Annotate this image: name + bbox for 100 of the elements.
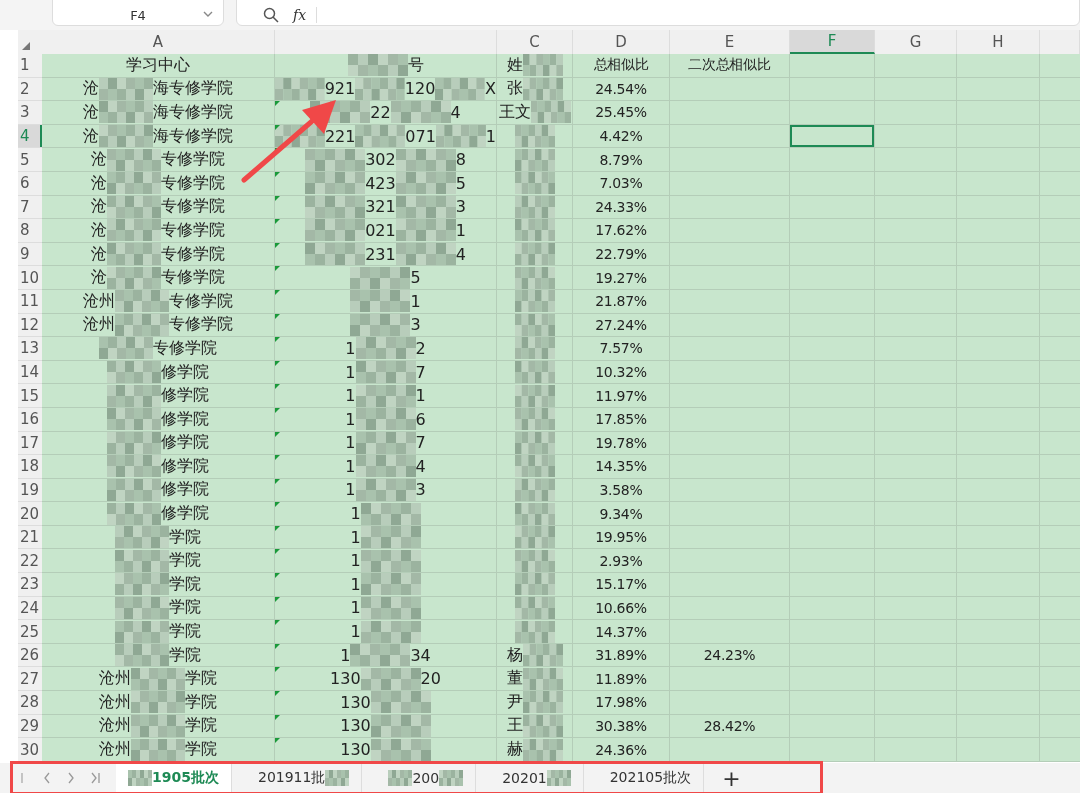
row-number[interactable]: 28 — [18, 691, 42, 715]
row-number[interactable]: 30 — [18, 738, 42, 762]
row-number[interactable]: 13 — [18, 337, 42, 361]
cell-text: 021 — [365, 220, 396, 240]
table-cell: 4.42% — [573, 124, 670, 149]
row-number[interactable]: 14 — [18, 360, 42, 385]
row-number[interactable]: 17 — [18, 431, 42, 456]
cell-text: 1 — [345, 338, 356, 358]
cell-text: 1 — [350, 504, 361, 524]
row-number[interactable]: 21 — [18, 525, 42, 550]
sheet-tab[interactable]: 200 — [376, 762, 477, 793]
previous-icon[interactable] — [42, 771, 52, 786]
cell-text: 学院 — [169, 621, 201, 643]
last-icon[interactable] — [90, 771, 102, 786]
error-flag-icon — [275, 360, 280, 366]
search-icon[interactable] — [263, 7, 279, 23]
cell-text: 号 — [407, 54, 424, 76]
cell-text: 1 — [455, 220, 466, 240]
table-cell: 17.62% — [573, 219, 670, 243]
table-cell: 二次总相似比 — [670, 54, 790, 78]
name-box[interactable]: F4 — [52, 0, 224, 26]
cell-text: 921 — [324, 79, 356, 99]
cell-text: 1 — [350, 622, 361, 642]
redaction-mosaic — [325, 770, 350, 787]
cell-text: 231 — [365, 244, 396, 264]
row-number[interactable]: 8 — [18, 219, 42, 243]
redaction-mosaic — [439, 770, 464, 787]
cell-text: 1 — [345, 433, 356, 453]
row-number[interactable]: 3 — [18, 101, 42, 125]
row-number[interactable]: 1 — [18, 54, 42, 78]
row-number[interactable]: 15 — [18, 384, 42, 408]
cell-text: 姓 — [506, 54, 523, 76]
table-cell: 14.35% — [573, 455, 670, 479]
row-number[interactable]: 12 — [18, 313, 42, 338]
cell-text: 1 — [350, 551, 361, 571]
error-flag-icon — [275, 171, 280, 177]
cell-text: 沧州 — [83, 314, 115, 336]
row-number[interactable]: 27 — [18, 667, 42, 692]
cell-text: 302 — [365, 150, 396, 170]
cell-text: 沧 — [83, 102, 99, 123]
cell-text: 3 — [410, 315, 421, 335]
formula-bar[interactable]: fx — [236, 0, 1080, 26]
cell-text: 修学院 — [161, 432, 209, 454]
error-flag-icon — [275, 643, 280, 649]
row-number[interactable]: 26 — [18, 643, 42, 668]
cell-text: 沧 — [91, 243, 107, 265]
cell-text: 4 — [415, 456, 426, 476]
cell-text: 学习中心 — [126, 54, 190, 76]
cell-text: 6 — [415, 409, 426, 429]
error-flag-icon — [275, 266, 280, 272]
cell-text: 专修学院 — [161, 172, 225, 194]
redaction-mosaic — [128, 770, 152, 787]
function-label[interactable]: fx — [293, 7, 318, 23]
table-cell: 30.38% — [573, 714, 670, 739]
sheet-tab[interactable]: 20201 — [490, 762, 584, 793]
row-number[interactable]: 11 — [18, 289, 42, 314]
row-number[interactable]: 18 — [18, 455, 42, 479]
row-number[interactable]: 2 — [18, 77, 42, 102]
row-number[interactable]: 29 — [18, 714, 42, 739]
table-cell: 21.87% — [573, 289, 670, 314]
row-number[interactable]: 6 — [18, 171, 42, 196]
error-flag-icon — [275, 407, 280, 413]
error-flag-icon — [275, 525, 280, 531]
cell-text: 修学院 — [161, 408, 209, 430]
row-number[interactable]: 10 — [18, 266, 42, 290]
row-number[interactable]: 19 — [18, 478, 42, 503]
cell-text: 221 — [324, 126, 356, 146]
add-sheet-button[interactable]: + — [718, 765, 745, 791]
cell-text: 海专修学院 — [153, 125, 233, 147]
error-flag-icon — [275, 596, 280, 602]
next-icon[interactable] — [66, 771, 76, 786]
table-cell: 27.24% — [573, 313, 670, 338]
cell-text: 8 — [455, 150, 466, 170]
active-cell[interactable] — [790, 124, 875, 149]
sheet-tab[interactable]: 201911批 — [245, 762, 363, 793]
cell-text: 3 — [455, 197, 466, 217]
table-cell: 10.66% — [573, 596, 670, 621]
row-number[interactable]: 16 — [18, 407, 42, 432]
table-cell: 7.03% — [573, 171, 670, 196]
cell-text: 沧 — [83, 125, 99, 147]
cell-text: 学院 — [185, 668, 217, 690]
row-number[interactable]: 20 — [18, 502, 42, 526]
sheet-tab[interactable]: 202105批次 — [597, 762, 705, 793]
cell-text: 学院 — [185, 715, 217, 737]
row-number[interactable]: 25 — [18, 620, 42, 644]
cell-text: 王 — [506, 715, 523, 737]
table-cell: 24.54% — [573, 77, 670, 102]
table-cell: 15.17% — [573, 573, 670, 597]
row-number[interactable]: 22 — [18, 549, 42, 574]
cell-text: 1 — [345, 409, 356, 429]
caret-icon[interactable] — [203, 11, 213, 17]
cell-text: 1 — [410, 291, 421, 311]
table-cell: 19.78% — [573, 431, 670, 456]
select-all-icon[interactable] — [22, 42, 30, 50]
cell-text: 沧 — [91, 196, 107, 218]
row-number[interactable]: 9 — [18, 242, 42, 267]
row-number[interactable]: 24 — [18, 596, 42, 621]
row-number[interactable]: 7 — [18, 195, 42, 220]
row-number[interactable]: 23 — [18, 573, 42, 597]
row-number[interactable]: 5 — [18, 148, 42, 172]
